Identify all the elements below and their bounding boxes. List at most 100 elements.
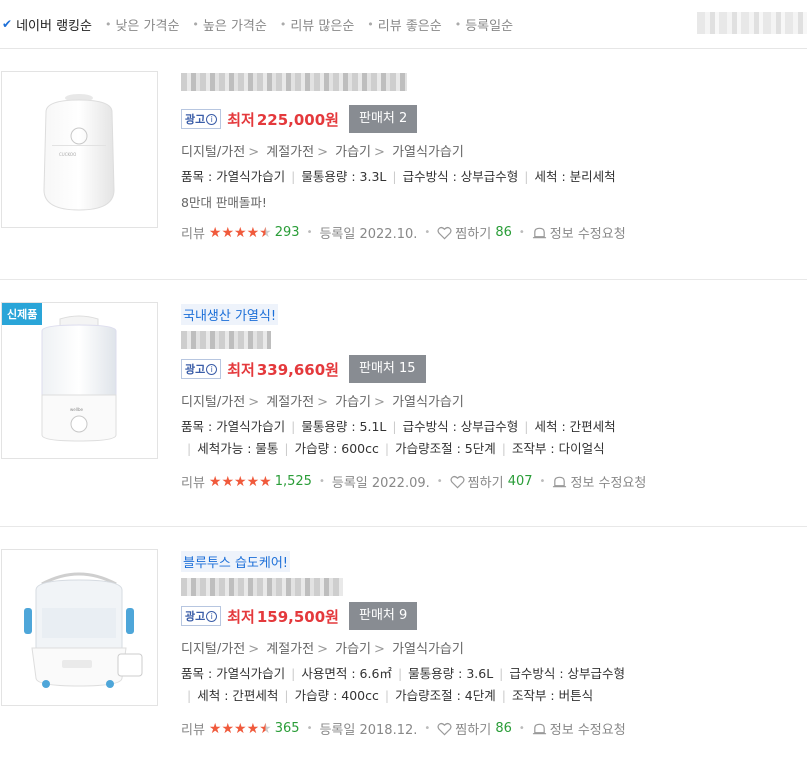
category-link[interactable]: 가습기 [335, 642, 371, 657]
spec-item: 급수방식 : 상부급수형 [402, 169, 519, 184]
product-info: 국내생산 가열식! 광고 i 최저 339,660원 판매처 15 디지털/가전 >… [181, 304, 646, 491]
spec-item: 사용면적 : 6.6㎡ [301, 666, 392, 681]
sort-review-score[interactable]: • 리뷰 좋은순 [367, 15, 441, 34]
spec-item: 가습량조절 : 4단계 [395, 688, 496, 703]
review-count[interactable]: 365 [275, 721, 300, 736]
spec-item: 급수방식 : 상부급수형 [402, 419, 519, 434]
ad-badge[interactable]: 광고 i [181, 359, 222, 379]
report-button[interactable]: 정보 수정요청 [532, 223, 626, 242]
checkmark-icon: ✔ [2, 17, 13, 31]
bullet-icon: • [279, 17, 287, 31]
heart-icon [450, 475, 465, 488]
price-row: 광고 i 최저 159,500원 판매처 9 [181, 602, 626, 630]
category-link[interactable]: 가열식가습기 [392, 395, 464, 410]
price-label: 최저 [227, 110, 255, 129]
promo-text[interactable]: 국내생산 가열식! [181, 304, 279, 325]
spec-list: 품목 : 가열식가습기 | 물통용량 : 3.3L | 급수방식 : 상부급수형 | 세척 … [181, 169, 616, 184]
wish-button[interactable]: 찜하기 86 [437, 719, 512, 738]
report-label: 정보 수정요청 [549, 723, 626, 738]
sort-review-count[interactable]: • 리뷰 많은순 [280, 15, 354, 34]
report-label: 정보 수정요청 [549, 227, 626, 242]
review-count[interactable]: 293 [275, 225, 300, 240]
humidifier-image: wellbe [41, 315, 117, 442]
star-icon: ★ [259, 473, 272, 490]
sort-label: 네이버 랭킹순 [16, 18, 92, 34]
spec-item: 세척가능 : 물통 [197, 441, 279, 456]
spec-item: 조작부 : 다이얼식 [511, 441, 605, 456]
price-label: 최저 [227, 607, 255, 626]
sort-ranking[interactable]: ✔ 네이버 랭킹순 [2, 15, 92, 34]
rating-stars: ★ ★ ★ ★ ★ [209, 722, 272, 736]
registered-date: 등록일 2018.12. [319, 723, 418, 738]
wish-button[interactable]: 찜하기 86 [437, 223, 512, 242]
category-link[interactable]: 디지털/가전 [181, 395, 245, 410]
product-title[interactable] [181, 578, 343, 596]
heart-icon [437, 226, 452, 239]
category-link[interactable]: 디지털/가전 [181, 145, 245, 160]
category-link[interactable]: 가습기 [335, 395, 371, 410]
sort-label: 리뷰 많은순 [290, 18, 355, 34]
review-label: 리뷰 [181, 723, 205, 738]
review-count[interactable]: 1,525 [275, 474, 312, 489]
meta-row: 리뷰 ★ ★ ★ ★ ★ 1,525 • 등록일 2022.09. • 찜하기 407 … [181, 472, 647, 491]
category-link[interactable]: 가습기 [335, 145, 371, 160]
bullet-icon: • [367, 17, 374, 31]
category-link[interactable]: 계절가전 [266, 642, 314, 657]
sort-high-price[interactable]: • 높은 가격순 [192, 15, 266, 34]
ad-badge[interactable]: 광고 i [181, 606, 222, 626]
star-icon: ★ [221, 224, 235, 241]
seller-count-button[interactable]: 판매처 9 [348, 602, 418, 630]
report-button[interactable]: 정보 수정요청 [532, 719, 626, 738]
category-link[interactable]: 계절가전 [266, 395, 314, 410]
humidifier-image: CUCKOO [43, 94, 115, 211]
star-icon: ★ [208, 720, 222, 737]
spec-item: 세척 : 간편세척 [197, 688, 279, 703]
product-thumbnail[interactable]: CUCKOO [1, 71, 158, 228]
product-title[interactable] [181, 73, 407, 91]
registered-date: 등록일 2022.09. [331, 476, 430, 491]
wish-button[interactable]: 찜하기 407 [450, 472, 533, 491]
highlight-text: 8만대 판매돌파! [181, 195, 267, 210]
sort-label: 높은 가격순 [202, 18, 267, 34]
meta-row: 리뷰 ★ ★ ★ ★ ★ 365 • 등록일 2018.12. • 찜하기 86 • 정… [181, 719, 626, 738]
heart-icon [437, 722, 452, 735]
price-row: 광고 i 최저 225,000원 판매처 2 [181, 105, 626, 133]
spec-list: 품목 : 가열식가습기 | 사용면적 : 6.6㎡ | 물통용량 : 3.6L | 급수방식… [181, 666, 626, 703]
product-thumbnail[interactable] [1, 549, 158, 706]
star-icon: ★ [234, 473, 247, 490]
sort-date[interactable]: • 등록일순 [455, 15, 513, 34]
star-icon: ★ [234, 720, 247, 737]
category-path: 디지털/가전 > 계절가전 > 가습기 > 가열식가습기 [181, 145, 464, 160]
info-icon: i [206, 113, 218, 125]
wish-label: 찜하기 [455, 227, 492, 242]
seller-count-button[interactable]: 판매처 15 [348, 355, 426, 383]
category-link[interactable]: 가열식가습기 [392, 642, 464, 657]
meta-row: 리뷰 ★ ★ ★ ★ ★ 293 • 등록일 2022.10. • 찜하기 86 • 정… [181, 223, 626, 242]
spec-item: 가습량 : 600cc [294, 441, 379, 456]
spec-item: 품목 : 가열식가습기 [181, 169, 286, 184]
product-thumbnail[interactable]: wellbe 신제품 [1, 302, 158, 459]
spec-item: 물통용량 : 3.6L [408, 666, 494, 681]
rating-stars: ★ ★ ★ ★ ★ [209, 475, 272, 489]
svg-text:wellbe: wellbe [70, 407, 83, 412]
category-link[interactable]: 디지털/가전 [181, 642, 245, 657]
product-title[interactable] [181, 331, 271, 349]
spec-item: 가습량조절 : 5단계 [395, 441, 496, 456]
star-icon: ★ [246, 720, 260, 737]
ad-label: 광고 [185, 113, 206, 126]
sort-label: 등록일순 [465, 18, 514, 34]
sort-low-price[interactable]: • 낮은 가격순 [105, 15, 179, 34]
spec-item: 세척 : 분리세척 [534, 169, 616, 184]
report-button[interactable]: 정보 수정요청 [552, 472, 646, 491]
wish-label: 찜하기 [467, 476, 504, 491]
promo-text[interactable]: 블루투스 습도케어! [181, 551, 291, 572]
category-link[interactable]: 계절가전 [266, 145, 314, 160]
category-link[interactable]: 가열식가습기 [392, 145, 464, 160]
wish-count: 86 [495, 721, 512, 736]
product-item: 블루투스 습도케어! 광고 i 최저 159,500원 판매처 9 디지털/가전 >… [0, 527, 807, 777]
lowest-price[interactable]: 225,000원 [257, 109, 339, 130]
ad-badge[interactable]: 광고 i [181, 109, 222, 129]
lowest-price[interactable]: 159,500원 [257, 606, 339, 627]
lowest-price[interactable]: 339,660원 [257, 359, 339, 380]
seller-count-button[interactable]: 판매처 2 [348, 105, 418, 133]
